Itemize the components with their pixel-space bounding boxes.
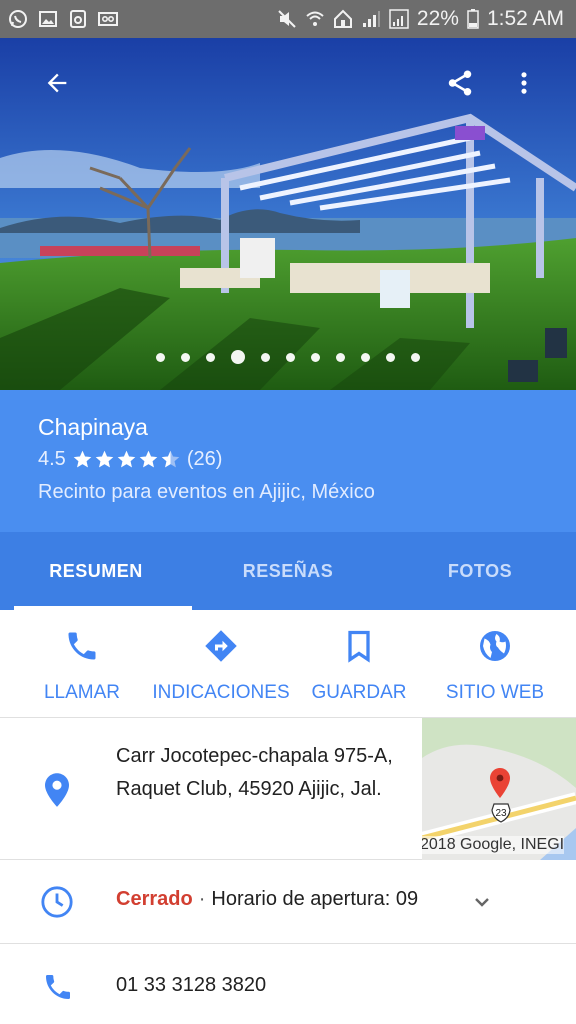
- hours-text: Cerrado · Horario de apertura: 09: [116, 888, 418, 911]
- directions-label: INDICACIONES: [152, 682, 290, 703]
- rating-row[interactable]: 4.5 (26): [38, 448, 538, 471]
- image-icon: [38, 9, 58, 29]
- location-pin-icon: [45, 773, 69, 807]
- more-options-button[interactable]: [502, 61, 546, 105]
- action-row: LLAMAR INDICACIONES GUARDAR SITIO WEB: [0, 610, 576, 718]
- carousel-dot: [411, 352, 420, 362]
- phone-icon: [68, 632, 96, 660]
- rating-value: 4.5: [38, 448, 66, 470]
- directions-button[interactable]: INDICACIONES: [152, 610, 290, 717]
- phone-icon: [46, 975, 70, 999]
- back-button[interactable]: [35, 61, 79, 105]
- voicemail-icon: [98, 9, 118, 29]
- back-arrow-icon: [47, 73, 67, 93]
- star-icon: [73, 450, 92, 468]
- carousel-dot: [156, 352, 165, 362]
- carousel-dot: [286, 352, 295, 362]
- carousel-dot: [261, 352, 270, 362]
- place-header: Chapinaya 4.5 (26) Recinto para eventos …: [0, 390, 576, 532]
- review-count: (26): [186, 448, 223, 470]
- share-icon: [448, 70, 472, 96]
- address-row[interactable]: Carr Jocotepec-chapala 975-A, Raquet Clu…: [0, 718, 576, 860]
- star-icon: [161, 450, 180, 468]
- globe-icon: [480, 631, 510, 661]
- mute-icon: [277, 9, 297, 29]
- save-label: GUARDAR: [311, 682, 407, 703]
- carousel-dot: [231, 350, 245, 364]
- open-status: Cerrado: [116, 888, 193, 910]
- tab-fotos[interactable]: FOTOS: [384, 532, 576, 610]
- status-notifications: [8, 9, 118, 29]
- tab-resumen[interactable]: RESUMEN: [0, 532, 192, 610]
- carousel-dot: [206, 352, 215, 362]
- carousel-dot: [181, 352, 190, 362]
- star-icon: [95, 450, 114, 468]
- carousel-dot: [361, 352, 370, 362]
- carousel-indicator: [0, 350, 576, 364]
- rating-stars: [72, 449, 181, 470]
- share-button[interactable]: [438, 61, 482, 105]
- phone-number: 01 33 3128 3820: [116, 974, 267, 996]
- directions-icon: [205, 630, 237, 662]
- carousel-dot: [311, 352, 320, 362]
- recycle-icon: [68, 9, 88, 29]
- chevron-down-icon[interactable]: [470, 890, 494, 914]
- more-vert-icon: [521, 72, 527, 94]
- carousel-dot: [336, 352, 345, 362]
- call-label: LLAMAR: [43, 682, 121, 703]
- clock-icon: [41, 886, 73, 918]
- mini-map[interactable]: 23 2018 Google, INEGI: [422, 718, 576, 860]
- battery-percent: 22%: [416, 7, 459, 30]
- photo-carousel[interactable]: [0, 38, 576, 390]
- status-bar: 22% 1:52 AM: [0, 0, 576, 38]
- hours-detail: Horario de apertura: 09: [211, 888, 419, 910]
- address-text: Carr Jocotepec-chapala 975-A, Raquet Clu…: [116, 745, 393, 800]
- signal-icon: [389, 9, 409, 29]
- venue-photo: [0, 38, 576, 390]
- website-label: SITIO WEB: [445, 682, 545, 703]
- hours-row[interactable]: Cerrado · Horario de apertura: 09: [0, 860, 576, 944]
- signal-icon: [361, 9, 381, 29]
- star-icon: [117, 450, 136, 468]
- battery-icon: [467, 9, 479, 29]
- status-time: 1:52 AM: [486, 7, 564, 30]
- carousel-dot: [386, 352, 395, 362]
- home-icon: [333, 9, 353, 29]
- hours-separator: ·: [198, 888, 206, 910]
- map-attribution: 2018 Google, INEGI: [422, 836, 565, 854]
- road-shield-label: 23: [495, 808, 507, 819]
- phone-row[interactable]: 01 33 3128 3820: [0, 944, 576, 1024]
- call-button[interactable]: LLAMAR: [0, 610, 164, 717]
- save-button[interactable]: GUARDAR: [278, 610, 440, 717]
- bookmark-icon: [348, 630, 370, 663]
- wifi-icon: [305, 9, 325, 29]
- star-icon: [139, 450, 158, 468]
- website-button[interactable]: SITIO WEB: [440, 610, 550, 717]
- tab-bar: RESUMEN RESEÑAS FOTOS: [0, 532, 576, 610]
- status-system: 22% 1:52 AM: [277, 7, 564, 31]
- whatsapp-icon: [8, 9, 28, 29]
- tab-resenas[interactable]: RESEÑAS: [192, 532, 384, 610]
- place-name: Chapinaya: [38, 414, 148, 440]
- place-category: Recinto para eventos en Ajijic, México: [38, 481, 375, 503]
